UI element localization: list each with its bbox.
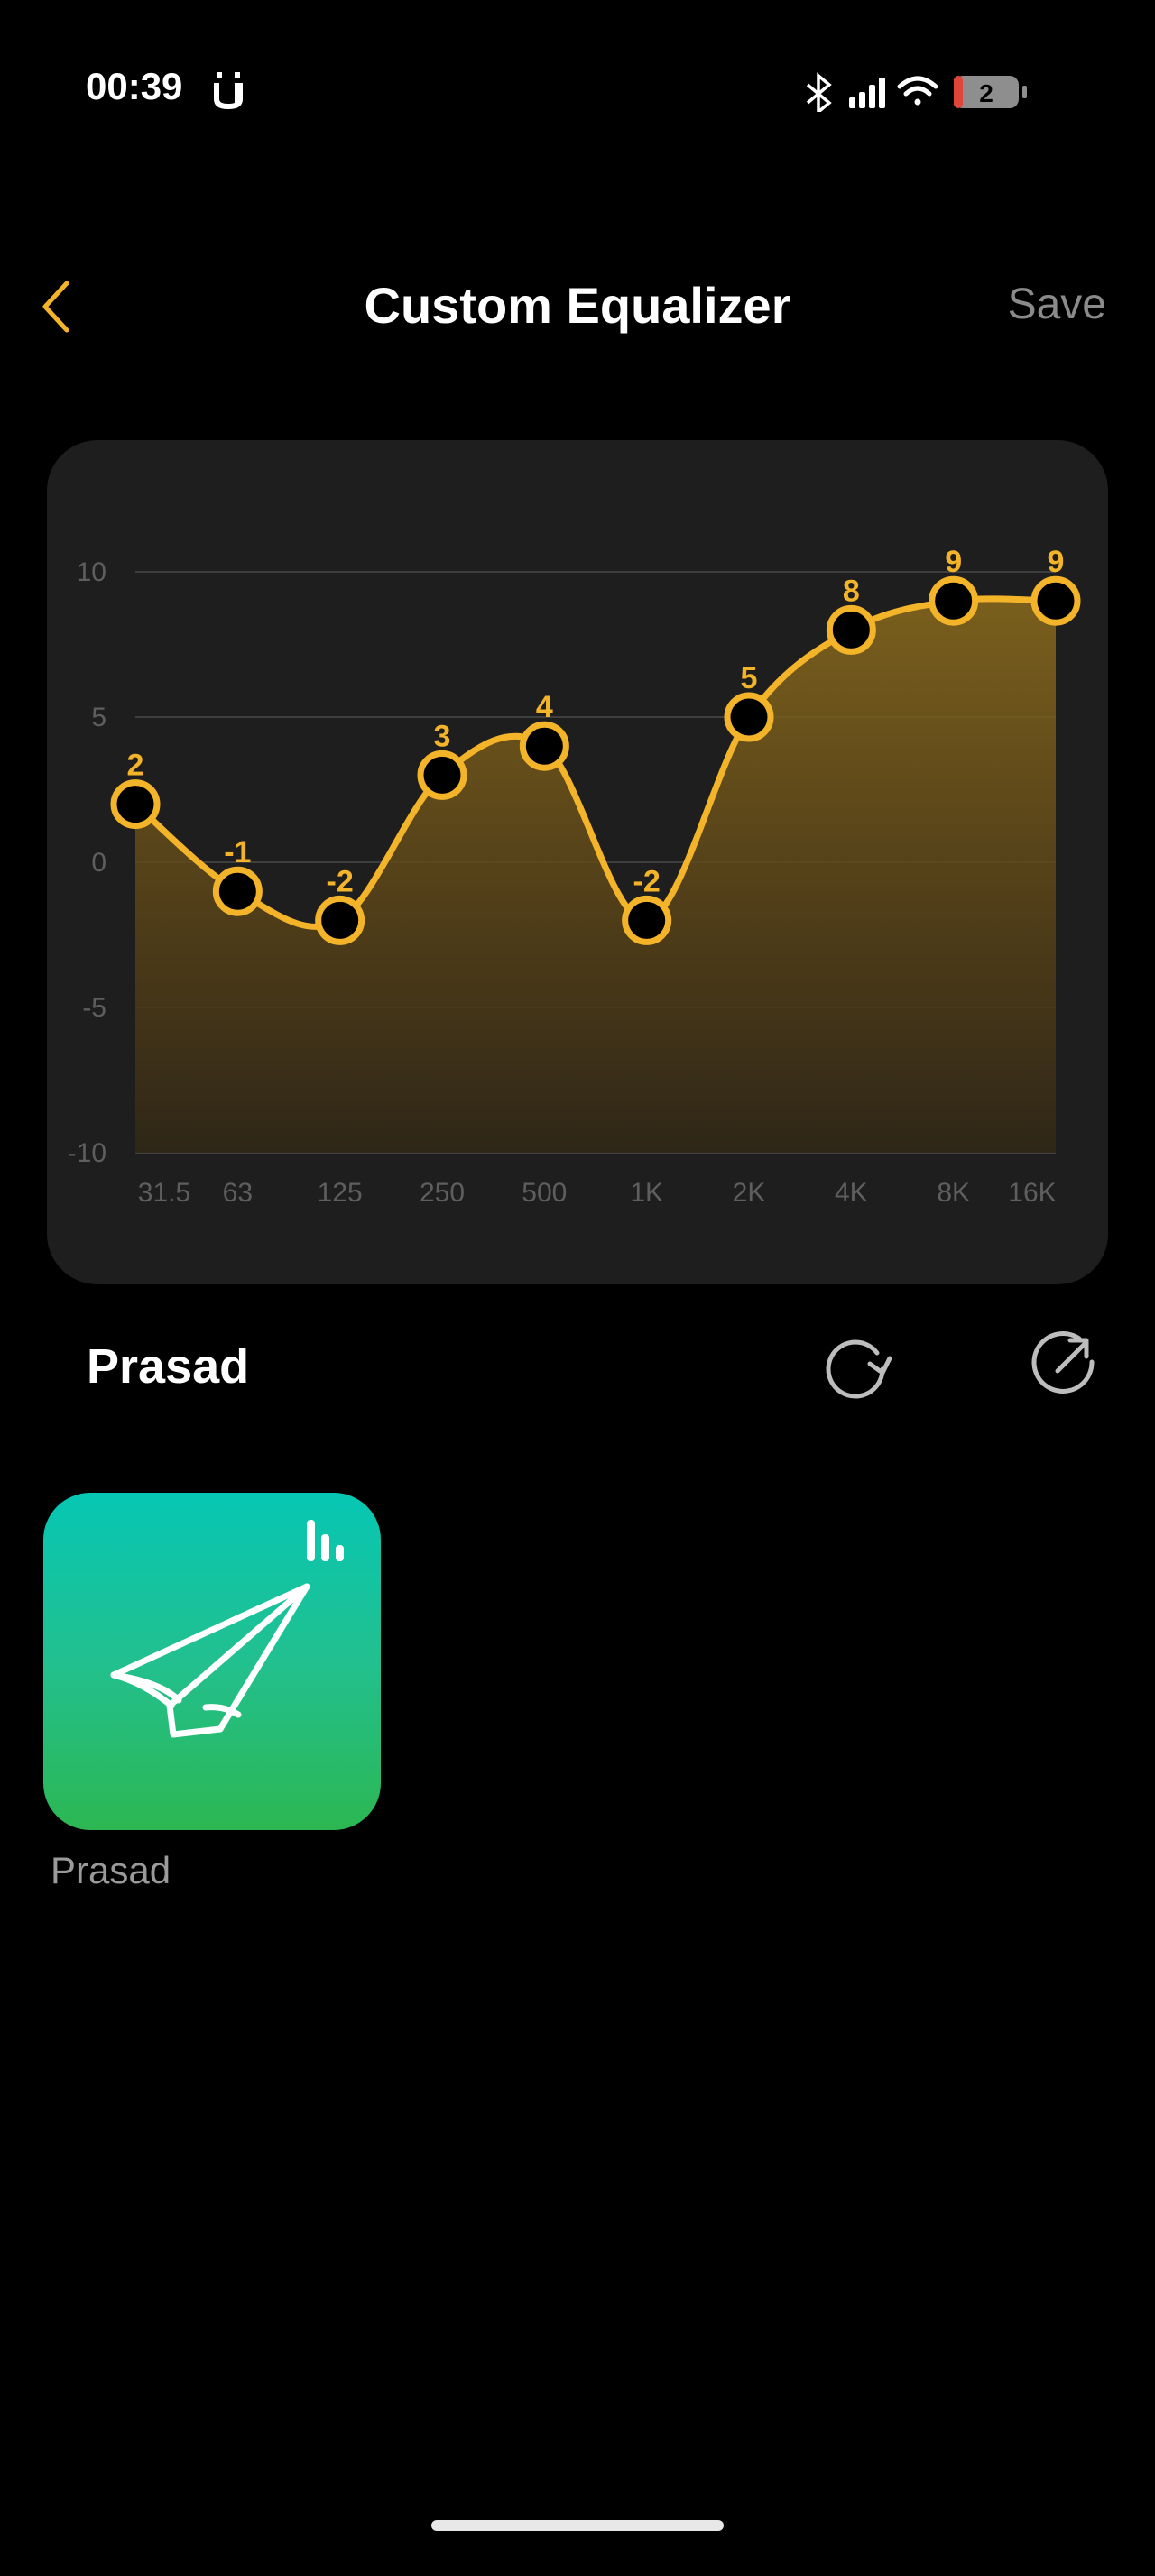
share-icon[interactable] [1025, 1326, 1101, 1402]
eq-band-handle[interactable] [519, 721, 569, 771]
eq-band-handle[interactable] [622, 895, 672, 945]
battery-level: 2 [979, 79, 993, 107]
preset-tile-label: Prasad [51, 1849, 171, 1891]
x-tick-label: 125 [318, 1178, 363, 1208]
bluetooth-icon [806, 72, 832, 112]
preset-name: Prasad [87, 1339, 250, 1394]
y-tick-label: -10 [68, 1138, 106, 1168]
equalizer-chart-card: 10 5 0 -5 -10 2 -1 -2 3 4 -2 5 8 9 9 31.5 63 125 250 500 1… [47, 440, 1108, 1284]
status-bar: 00:39 2 [0, 0, 1155, 180]
x-tick-label: 2K [733, 1178, 766, 1208]
y-tick-label: 5 [91, 703, 106, 732]
preset-header: Prasad [0, 1326, 1155, 1407]
eq-value-label: 4 [536, 690, 553, 724]
y-tick-label: 10 [77, 557, 106, 587]
eq-value-label: 8 [843, 574, 860, 608]
reset-icon[interactable] [818, 1326, 893, 1402]
y-tick-label: -5 [82, 993, 106, 1023]
y-tick-label: 0 [91, 848, 106, 878]
eq-band-handle[interactable] [929, 575, 979, 626]
eq-value-label: 3 [434, 719, 451, 753]
eq-value-label: -1 [224, 835, 251, 869]
eq-band-handle[interactable] [1030, 575, 1081, 626]
x-tick-label: 500 [522, 1178, 567, 1208]
x-tick-label: 31.5 [138, 1178, 190, 1208]
status-icons: 2 [806, 72, 1027, 112]
cellular-signal-icon [849, 78, 885, 108]
eq-value-label: 9 [1048, 545, 1065, 579]
eq-band-handle[interactable] [724, 692, 774, 742]
home-indicator [431, 2520, 724, 2531]
x-tick-label: 63 [223, 1178, 253, 1208]
eq-value-label: 5 [741, 661, 758, 695]
equalizer-bars-icon [307, 1520, 344, 1561]
eq-band-handle[interactable] [212, 866, 263, 916]
save-button[interactable]: Save [1008, 280, 1106, 329]
eq-band-handle[interactable] [315, 895, 365, 945]
wifi-icon [897, 76, 938, 106]
eq-band-handle[interactable] [110, 779, 161, 830]
x-tick-label: 1K [630, 1178, 663, 1208]
status-time: 00:39 [86, 65, 183, 107]
equalizer-chart[interactable]: 10 5 0 -5 -10 2 -1 -2 3 4 -2 5 8 9 9 31.5 63 125 250 500 1… [47, 440, 1108, 1284]
preset-tile[interactable] [43, 1493, 381, 1830]
x-tick-label: 250 [420, 1178, 465, 1208]
nav-bar: Custom Equalizer Save [0, 253, 1155, 361]
eq-value-label: 9 [945, 545, 962, 579]
x-tick-label: 8K [937, 1178, 970, 1208]
eq-band-handle[interactable] [826, 604, 876, 655]
paper-plane-icon [110, 1583, 310, 1738]
eq-area [135, 598, 1056, 1153]
eq-value-label: 2 [127, 749, 144, 783]
eq-value-label: -2 [327, 864, 354, 898]
page-title: Custom Equalizer [364, 277, 791, 334]
x-tick-label: 4K [835, 1178, 868, 1208]
eq-value-label: -2 [633, 864, 661, 898]
u-app-icon [214, 72, 243, 110]
eq-band-handle[interactable] [417, 750, 467, 800]
x-tick-label: 16K [1008, 1178, 1056, 1208]
